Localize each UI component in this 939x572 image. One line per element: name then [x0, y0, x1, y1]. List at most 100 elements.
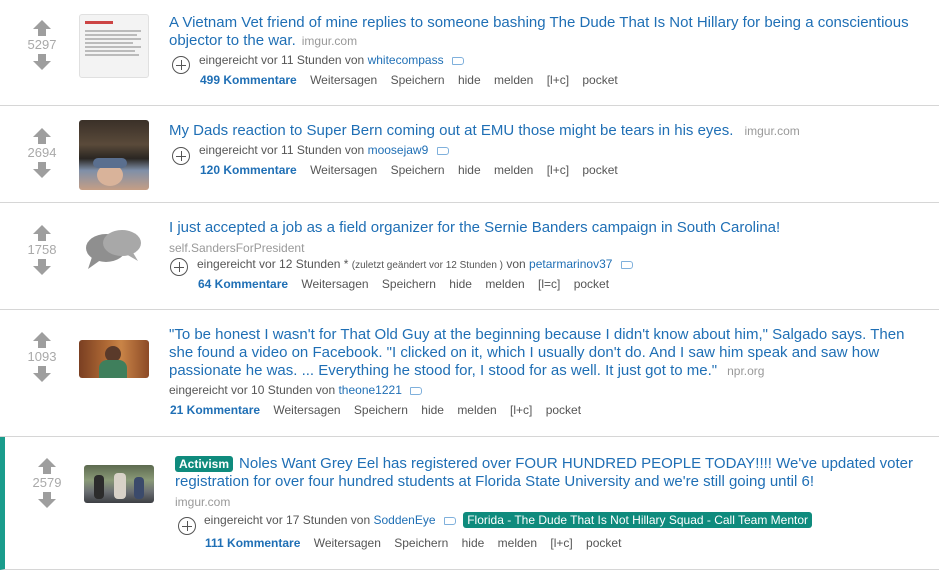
- post-3: 1758 I just accepted a job as a field or…: [0, 203, 939, 310]
- tag-icon[interactable]: [620, 260, 633, 269]
- lc-button[interactable]: [l+c]: [547, 73, 569, 87]
- report-button[interactable]: melden: [485, 277, 524, 291]
- post-actions: 499 Kommentare Weitersagen Speichern hid…: [200, 73, 628, 87]
- post-title-text[interactable]: A Vietnam Vet friend of mine replies to …: [169, 14, 909, 49]
- edited-note: (zuletzt geändert vor 12 Stunden ): [351, 260, 503, 271]
- downvote-arrow-icon[interactable]: [33, 162, 51, 178]
- thumbnail[interactable]: [84, 465, 154, 503]
- tagline: eingereicht vor 10 Stunden von theone122…: [169, 383, 423, 397]
- author-link[interactable]: whitecompass: [368, 53, 444, 67]
- save-button[interactable]: Speichern: [391, 73, 445, 87]
- upvote-arrow-icon[interactable]: [38, 458, 56, 474]
- thumbnail[interactable]: [79, 14, 149, 78]
- post-title[interactable]: "To be honest I wasn't for That Old Guy …: [169, 326, 929, 380]
- vote-column: 2579: [22, 458, 72, 508]
- save-button[interactable]: Speichern: [354, 403, 408, 417]
- pocket-button[interactable]: pocket: [582, 163, 617, 177]
- author-link[interactable]: petarmarinov37: [529, 257, 612, 271]
- hide-button[interactable]: hide: [458, 73, 481, 87]
- post-domain[interactable]: self.SandersForPresident: [169, 239, 929, 257]
- pocket-button[interactable]: pocket: [586, 536, 621, 550]
- thumbnail[interactable]: [79, 120, 149, 190]
- share-button[interactable]: Weitersagen: [314, 536, 381, 550]
- post-domain[interactable]: imgur.com: [302, 34, 357, 48]
- comments-link[interactable]: 120 Kommentare: [200, 163, 297, 177]
- hide-button[interactable]: hide: [462, 536, 485, 550]
- expand-icon[interactable]: [172, 147, 190, 165]
- lc-button[interactable]: [l+c]: [510, 403, 532, 417]
- save-button[interactable]: Speichern: [382, 277, 436, 291]
- user-flair: Florida - The Dude That Is Not Hillary S…: [463, 512, 813, 528]
- vote-column: 1093: [17, 332, 67, 382]
- post-title[interactable]: My Dads reaction to Super Bern coming ou…: [169, 122, 929, 140]
- pocket-button[interactable]: pocket: [574, 277, 609, 291]
- hide-button[interactable]: hide: [421, 403, 444, 417]
- post-title-text[interactable]: "To be honest I wasn't for That Old Guy …: [169, 326, 904, 379]
- report-button[interactable]: melden: [498, 536, 537, 550]
- downvote-arrow-icon[interactable]: [33, 366, 51, 382]
- tag-icon[interactable]: [436, 146, 449, 155]
- post-domain[interactable]: imgur.com: [175, 493, 915, 511]
- lc-button[interactable]: [l=c]: [538, 277, 560, 291]
- expand-icon[interactable]: [178, 517, 196, 535]
- self-post-speech-icon[interactable]: [84, 227, 144, 275]
- lc-button[interactable]: [l+c]: [550, 536, 572, 550]
- downvote-arrow-icon[interactable]: [33, 259, 51, 275]
- expand-icon[interactable]: [172, 56, 190, 74]
- share-button[interactable]: Weitersagen: [310, 73, 377, 87]
- score: 5297: [27, 37, 57, 52]
- thumbnail[interactable]: [79, 340, 149, 378]
- hide-button[interactable]: hide: [458, 163, 481, 177]
- downvote-arrow-icon[interactable]: [38, 492, 56, 508]
- report-button[interactable]: melden: [494, 163, 533, 177]
- expand-icon[interactable]: [170, 258, 188, 276]
- share-button[interactable]: Weitersagen: [273, 403, 340, 417]
- author-link[interactable]: SoddenEye: [373, 513, 435, 527]
- upvote-arrow-icon[interactable]: [33, 332, 51, 348]
- post-1: 5297 A Vietnam Vet friend of mine replie…: [0, 0, 939, 106]
- tagline: eingereicht vor 11 Stunden von moosejaw9: [199, 143, 449, 157]
- comments-link[interactable]: 111 Kommentare: [205, 536, 300, 550]
- score: 2694: [27, 145, 57, 160]
- score: 1093: [27, 349, 57, 364]
- post-5: 2579 Activism Noles Want Grey Eel has reg…: [0, 437, 939, 570]
- tagline: eingereicht vor 11 Stunden von whitecomp…: [199, 53, 464, 67]
- tagline: eingereicht vor 17 Stunden von SoddenEye…: [204, 512, 813, 528]
- pocket-button[interactable]: pocket: [582, 73, 617, 87]
- save-button[interactable]: Speichern: [391, 163, 445, 177]
- comments-link[interactable]: 64 Kommentare: [198, 277, 288, 291]
- post-4: 1093 "To be honest I wasn't for That Old…: [0, 310, 939, 437]
- pocket-button[interactable]: pocket: [546, 403, 581, 417]
- vote-column: 2694: [17, 128, 67, 178]
- downvote-arrow-icon[interactable]: [33, 54, 51, 70]
- post-title-text[interactable]: I just accepted a job as a field organiz…: [169, 219, 780, 236]
- post-domain[interactable]: npr.org: [727, 364, 764, 378]
- comments-link[interactable]: 499 Kommentare: [200, 73, 297, 87]
- report-button[interactable]: melden: [457, 403, 496, 417]
- vote-column: 1758: [17, 225, 67, 275]
- comments-link[interactable]: 21 Kommentare: [170, 403, 260, 417]
- post-2: 2694 My Dads reaction to Super Bern comi…: [0, 106, 939, 203]
- report-button[interactable]: melden: [494, 73, 533, 87]
- post-title[interactable]: Activism Noles Want Grey Eel has register…: [175, 455, 915, 511]
- post-title-text[interactable]: My Dads reaction to Super Bern coming ou…: [169, 122, 733, 139]
- score: 1758: [27, 242, 57, 257]
- share-button[interactable]: Weitersagen: [301, 277, 368, 291]
- upvote-arrow-icon[interactable]: [33, 128, 51, 144]
- post-domain[interactable]: imgur.com: [744, 124, 799, 138]
- tag-icon[interactable]: [443, 516, 456, 525]
- tag-icon[interactable]: [451, 56, 464, 65]
- score: 2579: [32, 475, 62, 490]
- post-title[interactable]: I just accepted a job as a field organiz…: [169, 219, 929, 257]
- lc-button[interactable]: [l+c]: [547, 163, 569, 177]
- upvote-arrow-icon[interactable]: [33, 225, 51, 241]
- author-link[interactable]: moosejaw9: [368, 143, 429, 157]
- author-link[interactable]: theone1221: [338, 383, 401, 397]
- hide-button[interactable]: hide: [449, 277, 472, 291]
- save-button[interactable]: Speichern: [394, 536, 448, 550]
- tag-icon[interactable]: [410, 386, 423, 395]
- upvote-arrow-icon[interactable]: [33, 20, 51, 36]
- share-button[interactable]: Weitersagen: [310, 163, 377, 177]
- post-title-text[interactable]: Noles Want Grey Eel has registered over …: [175, 455, 913, 490]
- post-title[interactable]: A Vietnam Vet friend of mine replies to …: [169, 14, 929, 50]
